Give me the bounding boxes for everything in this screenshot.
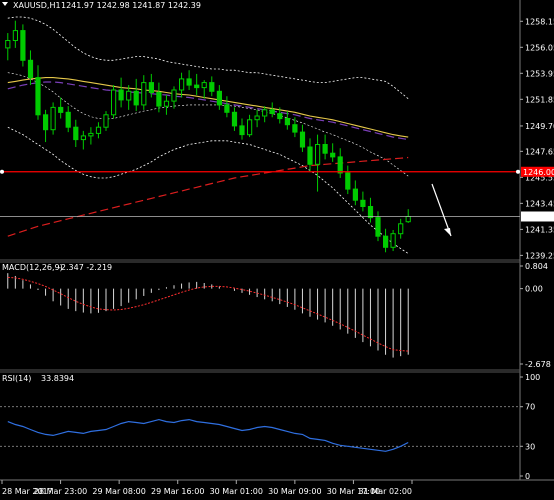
candle-bearish (209, 82, 215, 92)
candle-bearish (73, 126, 79, 141)
price-axis-label: 1239.25 (525, 251, 554, 260)
candle-bullish (254, 115, 260, 121)
candle-bearish (383, 235, 389, 248)
time-axis-label: 30 Mar 01:00 (210, 487, 263, 496)
candle-bearish (352, 188, 358, 201)
candle-bearish (186, 78, 192, 86)
candle-bullish (126, 90, 132, 101)
candle-bearish (360, 199, 366, 208)
candle-bearish (239, 125, 245, 136)
candle-bullish (163, 100, 170, 107)
macd-axis-label: 0.00 (525, 285, 543, 294)
candle-bearish (299, 131, 306, 148)
candle-bearish (345, 172, 351, 190)
candle-bullish (398, 223, 404, 235)
candle-bullish (103, 114, 109, 128)
candle-bullish (405, 216, 411, 223)
trading-chart[interactable]: 1258.15 1256.05 1253.95 1251.85 1249.70 1247.… (0, 0, 554, 500)
current-price-tag-label: 1242.39 (523, 212, 554, 221)
macd-axis-label: -2.678 (525, 360, 551, 369)
price-axis-label: 1256.05 (525, 43, 554, 52)
candle-bearish (231, 111, 238, 127)
candle-bearish (58, 106, 64, 113)
candle-bearish (20, 30, 26, 61)
candle-bearish (35, 77, 41, 116)
time-axis-label: 29 Mar 08:00 (92, 487, 145, 496)
candle-bearish (27, 59, 34, 79)
rsi-axis-label: 30 (525, 442, 535, 451)
candle-bearish (269, 109, 275, 115)
candle-bearish (375, 217, 381, 237)
candle-bullish (179, 78, 185, 91)
candle-bearish (284, 118, 290, 126)
price-axis-label: 1247.65 (525, 147, 554, 156)
candle-bearish (194, 84, 200, 89)
candle-bearish (156, 92, 162, 107)
rsi-axis-label: 0 (525, 472, 530, 481)
candle-bullish (5, 40, 11, 49)
chart-background (0, 0, 554, 500)
candle-bullish (262, 109, 268, 117)
candle-bearish (148, 82, 155, 93)
support-level-right-handle (516, 169, 520, 174)
price-axis-label: 1249.70 (525, 122, 554, 131)
candle-bullish (141, 82, 147, 106)
candle-bearish (330, 152, 336, 158)
time-axis-label: 29 Mar 16:00 (151, 487, 204, 496)
rsi-axis-label: 100 (525, 373, 540, 382)
price-axis-label: 1258.15 (525, 17, 554, 26)
candle-bearish (118, 89, 124, 101)
ohlc-readout: 1241.97 1242.98 1241.87 1242.39 (61, 1, 201, 10)
time-axis-label: 31 Mar 02:00 (359, 487, 412, 496)
support-level-left-handle (0, 169, 4, 174)
price-axis-label: 1243.45 (525, 199, 554, 208)
candle-bullish (95, 126, 102, 134)
symbol-title[interactable]: XAUUSD,H1 (13, 1, 61, 10)
macd-values: -2.347 -2.219 (58, 263, 112, 272)
candle-bullish (390, 233, 396, 248)
macd-title: MACD(12,26,9) (2, 263, 63, 272)
candle-bearish (216, 90, 223, 106)
time-axis-label: 28 Mar 23:00 (34, 487, 87, 496)
price-axis-label: 1251.85 (525, 95, 554, 104)
candle-bearish (367, 206, 374, 219)
candle-bearish (292, 124, 298, 133)
time-axis-label: 30 Mar 09:00 (268, 487, 321, 496)
candle-bearish (337, 156, 343, 174)
support-level-tag-label: 1246.00 (523, 168, 554, 177)
candle-bullish (50, 106, 56, 131)
rsi-value: 33.8394 (41, 374, 74, 383)
macd-axis-label: 0.804 (525, 262, 548, 271)
candle-bullish (171, 89, 177, 102)
candle-bearish (307, 146, 313, 165)
candle-bearish (322, 144, 328, 154)
candle-bearish (43, 114, 49, 131)
candle-bearish (65, 111, 71, 128)
candle-bullish (12, 30, 18, 41)
candle-bullish (88, 132, 94, 137)
candle-bearish (133, 90, 139, 106)
candle-bearish (224, 104, 230, 113)
candle-bullish (201, 82, 207, 89)
candle-bullish (80, 135, 87, 141)
rsi-axis-label: 70 (525, 403, 535, 412)
rsi-title: RSI(14) (2, 374, 31, 383)
price-axis-label: 1241.35 (525, 225, 554, 234)
candle-bullish (315, 144, 321, 165)
candle-bearish (277, 113, 283, 120)
candle-bullish (247, 119, 253, 136)
price-axis-label: 1253.95 (525, 69, 554, 78)
candle-bullish (111, 89, 117, 116)
